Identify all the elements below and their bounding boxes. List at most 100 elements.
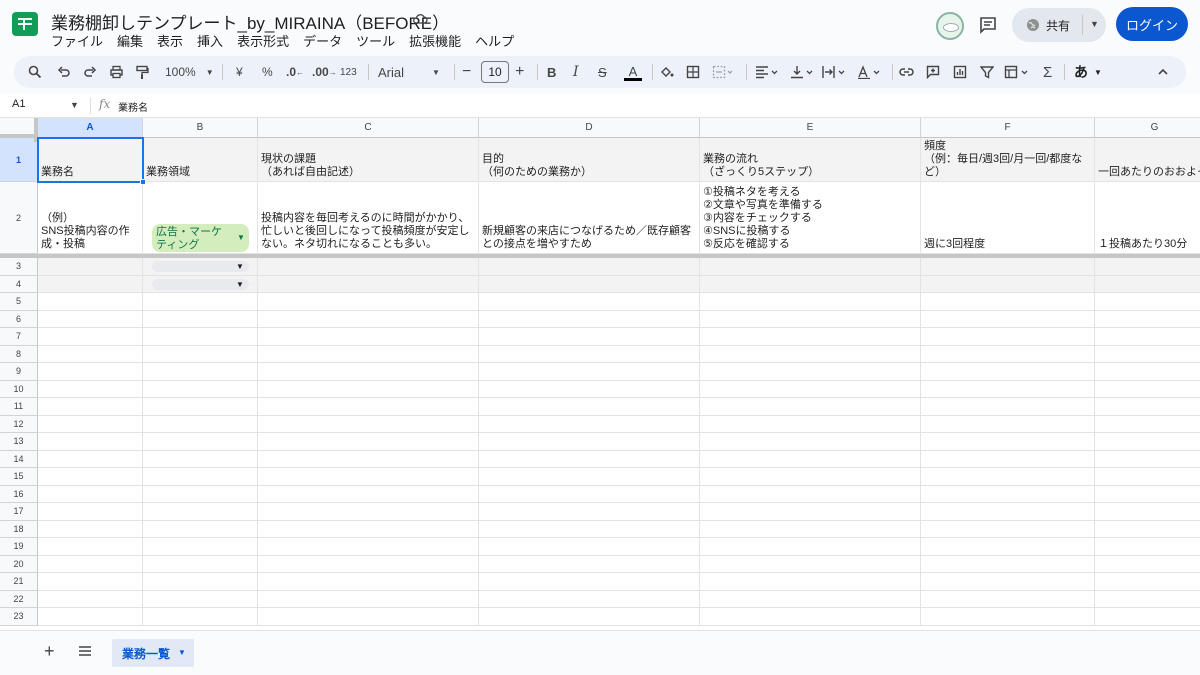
cell[interactable] <box>700 328 921 346</box>
cell[interactable] <box>143 398 258 416</box>
cell[interactable] <box>921 590 1095 608</box>
cell[interactable] <box>38 538 143 556</box>
cell[interactable] <box>38 573 143 591</box>
column-title-cell[interactable]: 現状の課題 （あれば自由記述） <box>258 138 479 182</box>
cell[interactable] <box>1095 503 1200 521</box>
cell[interactable] <box>921 293 1095 311</box>
row-header-2[interactable]: 2 <box>0 182 38 254</box>
chip-caret-icon[interactable]: ▼ <box>237 233 245 242</box>
cell[interactable] <box>258 258 479 276</box>
cell[interactable] <box>143 345 258 363</box>
menu-file[interactable]: ファイル <box>51 31 103 50</box>
cell[interactable] <box>38 310 143 328</box>
menu-tools[interactable]: ツール <box>356 31 395 50</box>
insert-link-icon[interactable] <box>899 56 914 88</box>
share-caret-icon[interactable]: ▼ <box>1090 19 1099 29</box>
cell[interactable] <box>700 363 921 381</box>
example-cell[interactable]: 投稿内容を毎回考えるのに時間がかかり、忙しいと後回しになって投稿頻度が安定しない… <box>258 182 479 254</box>
empty-dropdown-chip[interactable] <box>152 278 249 290</box>
cell[interactable] <box>258 450 479 468</box>
column-header-g[interactable]: G <box>1095 118 1200 138</box>
cell[interactable] <box>258 608 479 626</box>
cell[interactable] <box>38 433 143 451</box>
fill-color-icon[interactable] <box>660 56 674 88</box>
cell[interactable] <box>38 363 143 381</box>
cell[interactable] <box>479 608 700 626</box>
cell[interactable] <box>258 363 479 381</box>
share-button[interactable]: 共有 ▼ <box>1012 8 1106 42</box>
cell[interactable] <box>38 590 143 608</box>
cell[interactable] <box>1095 398 1200 416</box>
add-sheet-button[interactable]: + <box>44 641 55 662</box>
cell[interactable] <box>143 608 258 626</box>
cell[interactable] <box>479 573 700 591</box>
all-sheets-icon[interactable] <box>78 645 92 657</box>
cell[interactable] <box>1095 468 1200 486</box>
filter-icon[interactable] <box>980 56 994 88</box>
paint-format-icon[interactable] <box>135 56 149 88</box>
cell[interactable] <box>1095 591 1200 608</box>
row-header-22[interactable]: 22 <box>0 590 38 608</box>
example-cell[interactable]: （例） SNS投稿内容の作成・投稿 <box>38 182 143 254</box>
cell[interactable] <box>921 380 1095 398</box>
cell[interactable] <box>479 433 700 451</box>
example-cell[interactable]: １投稿あたり30分 <box>1095 182 1200 254</box>
cell[interactable] <box>921 485 1095 503</box>
row-header-4[interactable]: 4 <box>0 275 38 293</box>
cell[interactable] <box>921 345 1095 363</box>
cell[interactable] <box>38 275 143 293</box>
cell[interactable] <box>143 328 258 346</box>
cell[interactable] <box>700 485 921 503</box>
cell[interactable] <box>38 520 143 538</box>
cell[interactable] <box>38 258 143 276</box>
dropdown-caret-icon[interactable]: ▼ <box>236 280 244 289</box>
cell[interactable] <box>479 520 700 538</box>
functions-icon[interactable]: Σ <box>1043 56 1052 88</box>
cell[interactable] <box>479 415 700 433</box>
fill-handle[interactable] <box>140 179 146 185</box>
row-header-21[interactable]: 21 <box>0 573 38 591</box>
cell[interactable] <box>143 485 258 503</box>
text-color-button[interactable]: A <box>624 56 642 88</box>
cell[interactable] <box>143 538 258 556</box>
cell[interactable] <box>258 590 479 608</box>
menu-extensions[interactable]: 拡張機能 <box>409 31 461 50</box>
cell[interactable] <box>258 433 479 451</box>
cloud-saved-icon[interactable] <box>412 12 428 26</box>
cell[interactable] <box>1095 521 1200 538</box>
cell[interactable] <box>700 398 921 416</box>
dropdown-caret-icon[interactable]: ▼ <box>236 262 244 271</box>
cell[interactable] <box>258 538 479 556</box>
empty-dropdown-chip[interactable] <box>152 261 249 272</box>
menu-format[interactable]: 表示形式 <box>237 31 289 50</box>
cell[interactable] <box>479 555 700 573</box>
cell[interactable] <box>479 450 700 468</box>
cell[interactable] <box>700 258 921 276</box>
cell[interactable] <box>143 380 258 398</box>
text-rotation-icon[interactable] <box>857 56 883 88</box>
cell[interactable] <box>143 310 258 328</box>
menu-edit[interactable]: 編集 <box>117 31 143 50</box>
cell[interactable] <box>38 608 143 626</box>
formula-input[interactable]: 業務名 <box>118 99 148 114</box>
cell[interactable] <box>700 415 921 433</box>
borders-icon[interactable] <box>686 56 700 88</box>
cell[interactable] <box>258 573 479 591</box>
insert-comment-icon[interactable] <box>926 56 940 88</box>
decrease-decimal-button[interactable]: .0 ← <box>286 56 304 88</box>
row-header-9[interactable]: 9 <box>0 363 38 381</box>
menu-insert[interactable]: 挿入 <box>197 31 223 50</box>
text-wrap-icon[interactable] <box>822 56 848 88</box>
cell[interactable] <box>38 503 143 521</box>
row-header-18[interactable]: 18 <box>0 520 38 538</box>
increase-decimal-button[interactable]: .00 → <box>312 56 337 88</box>
cell[interactable] <box>921 275 1095 293</box>
name-box-caret-icon[interactable]: ▼ <box>70 100 79 110</box>
cell[interactable] <box>38 468 143 486</box>
row-header-1[interactable]: 1 <box>0 138 38 182</box>
row-header-6[interactable]: 6 <box>0 310 38 328</box>
cell[interactable] <box>1095 363 1200 381</box>
cell[interactable] <box>700 573 921 591</box>
cell[interactable] <box>143 293 258 311</box>
avatar[interactable] <box>936 12 964 40</box>
